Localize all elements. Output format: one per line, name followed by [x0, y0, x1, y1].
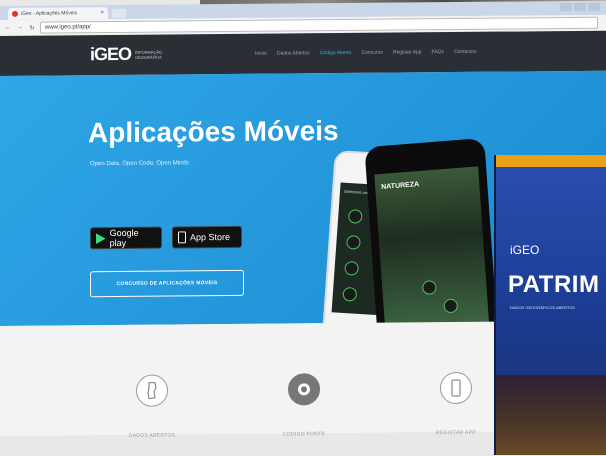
logo-tagline: INFORMAÇÃO GEOGRÁFICA [135, 49, 162, 59]
tablet-mockup: iGEO PATRIM DADOS GEOGRÁFICOS ABERTOS [494, 155, 606, 455]
favicon-icon [12, 10, 18, 17]
minimize-button[interactable] [560, 3, 572, 12]
google-play-label: Google play [109, 227, 139, 249]
tab-title: iGeo - Aplicações Móveis [21, 10, 78, 17]
close-tab-icon[interactable]: × [100, 10, 104, 16]
maximize-button[interactable] [574, 2, 586, 11]
category-icon [344, 260, 360, 276]
castle-photo [496, 375, 606, 455]
phone-icon [178, 231, 186, 244]
smartphone-icon [440, 371, 472, 405]
site-header: iGEO INFORMAÇÃO GEOGRÁFICA Início Dados … [0, 30, 606, 76]
nav-item-registar-app[interactable]: Registar App [393, 49, 422, 55]
url-text: www.igeo.pt/app/ [45, 24, 91, 31]
close-window-button[interactable] [588, 2, 600, 11]
main-nav: Início Dados Abertos Código Aberto Concu… [255, 49, 477, 57]
category-icon [347, 209, 363, 224]
reload-icon[interactable]: ↻ [28, 24, 36, 31]
new-tab-button[interactable] [112, 8, 126, 19]
nav-item-codigo-aberto[interactable]: Código Aberto [320, 50, 352, 56]
google-play-button[interactable]: Google play [90, 226, 162, 250]
tablet-logo: iGEO [510, 243, 540, 257]
feature-source-code[interactable]: CÓDIGO FONTE [264, 373, 344, 438]
nav-item-inicio[interactable]: Início [255, 51, 267, 57]
logo-mark: iGEO [90, 43, 132, 65]
feature-register-app[interactable]: REGISTAR APP [416, 371, 496, 437]
contest-button[interactable]: CONCURSO DE APLICAÇÕES MÓVEIS [90, 269, 244, 298]
tablet-title: PATRIM [508, 271, 600, 298]
feature-label: REGISTAR APP [436, 429, 476, 437]
logo-tagline-line2: GEOGRÁFICA [135, 54, 162, 60]
igeo-logo[interactable]: iGEO INFORMAÇÃO GEOGRÁFICA [90, 44, 162, 66]
nav-item-dados-abertos[interactable]: Dados Abertos [277, 50, 310, 56]
phone-screen-title: NATUREZA [381, 181, 420, 192]
nav-item-faqs[interactable]: FAQs [432, 49, 445, 55]
browser-tab[interactable]: iGeo - Aplicações Móveis × [8, 7, 108, 20]
feature-open-data[interactable]: DADOS ABERTOS [112, 374, 192, 439]
map-pin-icon [421, 279, 437, 296]
portugal-map-icon [136, 374, 168, 407]
map-pin-icon [443, 298, 459, 314]
hero-subtitle: Open Data, Open Code, Open Minds [90, 160, 189, 168]
feature-label: DADOS ABERTOS [128, 432, 176, 439]
feature-label: CÓDIGO FONTE [282, 431, 326, 438]
github-icon [288, 373, 320, 406]
google-play-icon [96, 232, 106, 244]
tablet-top-bar [496, 155, 606, 167]
tablet-subtitle: DADOS GEOGRÁFICOS ABERTOS [510, 305, 575, 310]
category-icon [342, 286, 358, 302]
hero-title: Aplicações Móveis [88, 115, 339, 149]
forward-icon[interactable]: → [16, 25, 24, 31]
window-controls [560, 2, 600, 12]
phone-screen-nature: NATUREZA [374, 166, 490, 341]
nav-item-contactos[interactable]: Contactos [454, 49, 477, 55]
category-icon [346, 234, 361, 250]
app-store-button[interactable]: App Store [172, 225, 242, 249]
app-store-label: App Store [190, 231, 231, 243]
back-icon[interactable]: ← [4, 25, 12, 31]
nav-item-concurso[interactable]: Concurso [361, 50, 382, 56]
